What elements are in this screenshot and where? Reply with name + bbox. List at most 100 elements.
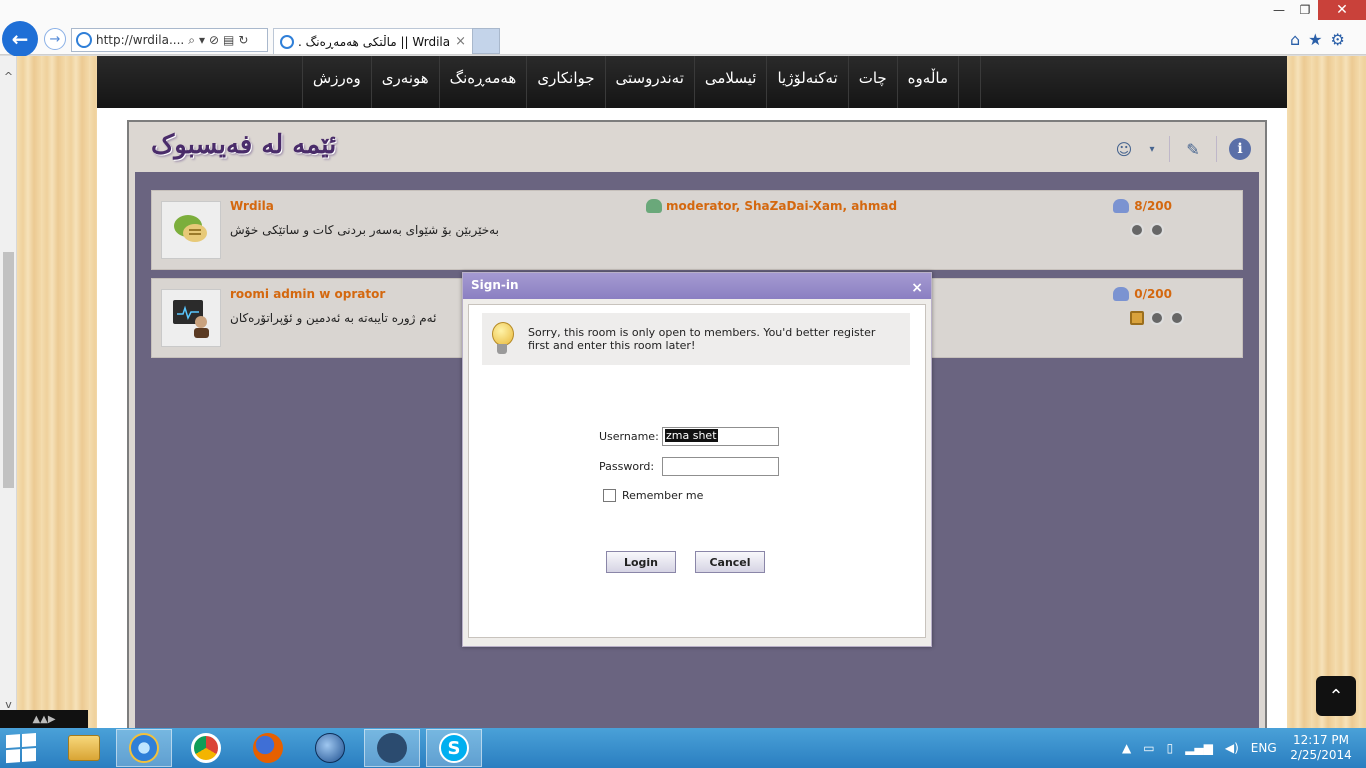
remember-me-label: Remember me [622,489,704,502]
user-status-icon[interactable]: ☺ [1113,138,1135,160]
arrow-left-icon: ← [11,27,29,51]
password-label: Password: [599,460,655,473]
address-url[interactable]: http://wrdila.... [96,33,184,47]
favorites-icon[interactable]: ★ [1308,30,1322,49]
volume-icon[interactable]: ◀) [1225,741,1239,755]
windows-taskbar: S ▲ ▭ ▯ ▂▄▆ ◀) ENG 12:17 PM 2/25/2014 [0,728,1366,768]
menu-item-beauty[interactable]: جوانکاری [526,56,604,108]
signin-dialog-title: Sign-in × [463,273,931,299]
maximize-button[interactable]: ❐ [1292,0,1318,20]
cancel-button[interactable]: Cancel [695,551,765,573]
microphone-icon [1150,223,1164,237]
new-tab-button[interactable] [472,28,500,54]
username-value: zma shet [665,429,718,442]
vertical-scrollbar[interactable]: ^ v [0,56,17,728]
room-user-count: 0/200 [1113,287,1172,301]
scrollbar-thumb[interactable] [3,252,14,488]
menu-item-sport[interactable]: وەرزش [301,56,371,108]
globe-icon [315,733,345,763]
room-features [1130,311,1184,325]
menu-item-misc[interactable]: هەمەڕەنگ [438,56,527,108]
taskbar-internet-explorer[interactable] [116,729,172,767]
firefox-icon [253,733,283,763]
network-signal-icon[interactable]: ▂▄▆ [1185,741,1213,755]
refresh-icon[interactable]: ↻ [238,33,248,47]
chevron-up-icon: ⌃ [1328,685,1344,707]
room-description: بەخێربێن بۆ شێوای بەسەر بردنی کات و ساتێ… [230,223,499,237]
show-hidden-icons-icon[interactable]: ▲ [1122,741,1131,755]
room-name[interactable]: Wrdila [230,199,274,213]
menu-separator [980,56,1002,108]
menu-item-chat[interactable]: چات [847,56,897,108]
chat-bubbles-icon [161,201,221,259]
folder-icon [68,735,100,761]
system-tray: ▲ ▭ ▯ ▂▄▆ ◀) ENG [1122,728,1277,768]
menu-item-health[interactable]: تەندروستی [604,56,694,108]
room-description: ئەم ژورە تایبەتە بە ئەدمین و ئۆپراتۆرەکا… [230,311,437,325]
clock[interactable]: 12:17 PM 2/25/2014 [1286,733,1356,763]
info-icon[interactable]: i [1229,138,1251,160]
browser-chrome: ← → http://wrdila.... ⌕ ▾ ⊘ ▤ ↻ Wrdila |… [0,0,1366,57]
minimize-button[interactable]: — [1266,0,1292,20]
tab-title: Wrdila || ماڵتکی هەمەڕەنگ ... [299,34,451,49]
address-bar[interactable]: http://wrdila.... ⌕ ▾ ⊘ ▤ ↻ [71,28,268,52]
ie-favicon-icon [76,32,92,48]
room-count-text: 0/200 [1134,287,1172,301]
taskbar-explorer[interactable] [56,729,112,767]
action-center-icon[interactable]: ▭ [1143,741,1154,755]
taskbar-firefox[interactable] [240,729,296,767]
taskbar-network-app[interactable] [302,729,358,767]
compatibility-icon[interactable]: ▤ [223,33,234,47]
taskbar-c-app[interactable] [364,729,420,767]
remember-me-checkbox[interactable] [603,489,616,502]
room-user-count: 8/200 [1113,199,1172,213]
mini-player-bar[interactable]: ▲▲▶ [0,710,88,728]
microphone-icon [1170,311,1184,325]
scroll-to-top-button[interactable]: ⌃ [1316,676,1356,716]
close-window-button[interactable]: ✕ [1318,0,1366,20]
forward-button[interactable]: → [44,28,66,50]
room-moderators: moderator, ShaZaDai-Xam, ahmad [646,199,897,213]
home-icon[interactable]: ⌂ [1290,30,1300,49]
moderator-icon [646,199,662,213]
close-tab-icon[interactable]: × [455,34,466,49]
users-icon [1113,199,1130,213]
login-button[interactable]: Login [606,551,676,573]
clock-time: 12:17 PM [1293,733,1349,747]
username-field[interactable]: zma shet [662,427,779,446]
back-button[interactable]: ← [2,21,38,57]
language-indicator[interactable]: ENG [1251,741,1277,755]
menu-item-home[interactable]: ماڵەوە [896,56,958,108]
password-row: Password: [599,457,779,476]
menu-item-art[interactable]: هونەری [370,56,439,108]
wood-background-right [1287,56,1366,728]
menu-separator [958,56,980,108]
mini-player-icon: ▲▲▶ [32,713,56,725]
room-item[interactable]: Wrdila بەخێربێن بۆ شێوای بەسەر بردنی کات… [151,190,1243,270]
taskbar-chrome[interactable] [178,729,234,767]
clock-date: 2/25/2014 [1290,748,1352,762]
users-icon [1113,287,1130,301]
menu-item-technology[interactable]: تەکنەلۆژیا [766,56,847,108]
chevron-down-icon[interactable]: ▾ [199,33,205,47]
lock-icon [1130,311,1144,325]
room-name[interactable]: roomi admin w oprator [230,287,385,301]
wrench-icon[interactable]: ✎ [1182,138,1204,160]
scroll-up-icon[interactable]: ^ [0,70,17,83]
gear-icon[interactable]: ⚙ [1331,30,1345,49]
phone-icon[interactable]: ▯ [1167,741,1174,755]
taskbar-skype[interactable]: S [426,729,482,767]
password-field[interactable] [662,457,779,476]
stop-icon[interactable]: ⊘ [209,33,219,47]
close-icon[interactable]: × [911,276,923,300]
webcam-icon [1130,223,1144,237]
notice-text: Sorry, this room is only open to members… [528,326,876,352]
browser-tab[interactable]: Wrdila || ماڵتکی هەمەڕەنگ ... × [273,28,473,54]
windows-start-icon[interactable] [6,733,38,764]
chevron-down-icon[interactable]: ▾ [1147,138,1157,160]
header-divider [1216,136,1217,162]
room-count-text: 8/200 [1134,199,1172,213]
menu-item-islamic[interactable]: ئیسلامی [693,56,767,108]
room-moderators-text: moderator, ShaZaDai-Xam, ahmad [666,199,898,213]
search-icon[interactable]: ⌕ [188,33,195,48]
